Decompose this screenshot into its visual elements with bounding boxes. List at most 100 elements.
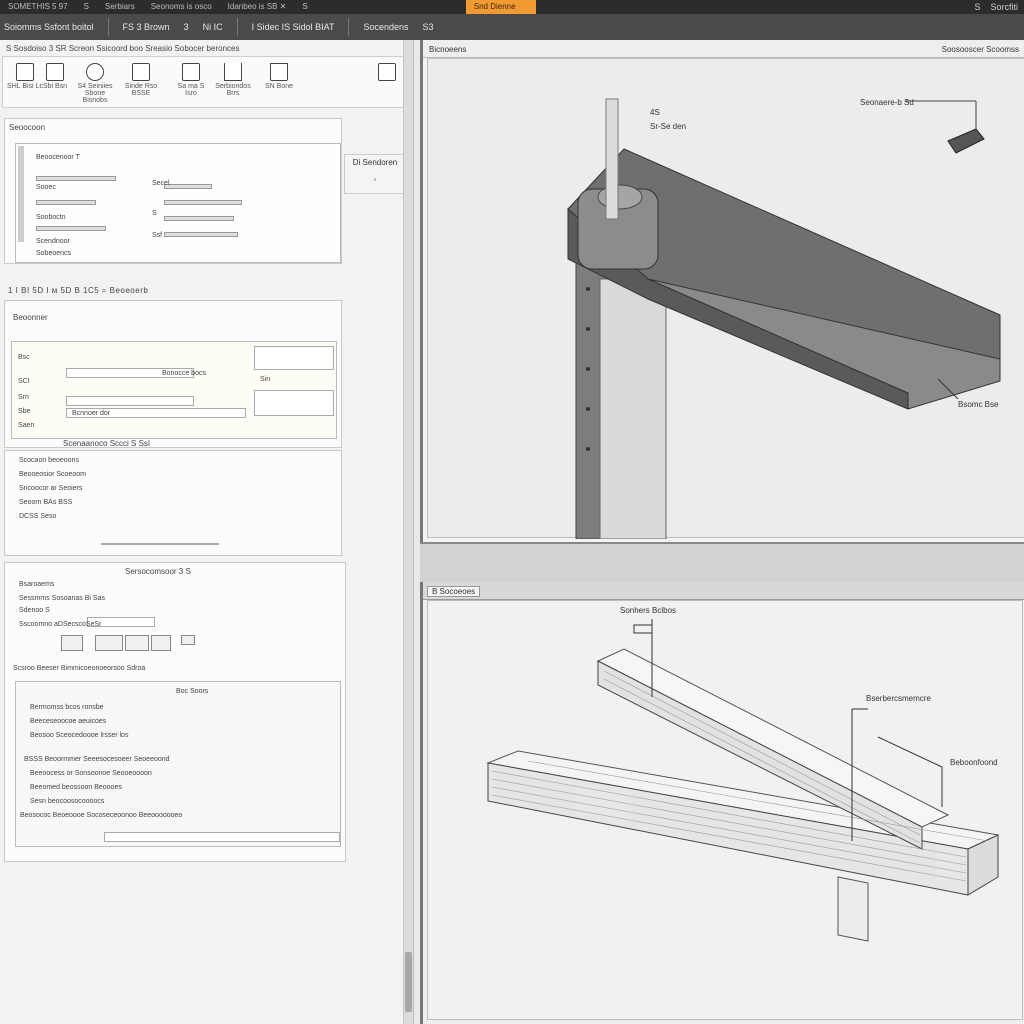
list-item[interactable]: Seoorn BAs BSS <box>19 499 72 507</box>
ribbon-button-8[interactable] <box>367 61 407 105</box>
ribbon-button-3[interactable]: S4 Seiniies Sbone Bisnobs <box>75 61 115 105</box>
grid-icon <box>378 63 396 81</box>
settings-item[interactable]: Beeceseoocoe aeuicoes <box>30 718 106 726</box>
table-icon <box>132 63 150 81</box>
window-button[interactable]: S <box>974 2 980 12</box>
viewport-top-header-right: Soosooscer Scoomss <box>941 45 1019 54</box>
side-strip-label: Di Sendoren <box>352 158 398 167</box>
panel-1-bar[interactable] <box>164 216 234 221</box>
settings-panel-title: Sersocomsoor 3 S <box>125 567 191 576</box>
mount-hole <box>586 287 590 291</box>
panel-1-bar[interactable] <box>164 232 238 237</box>
settings-subtitle: Scsroo Beeser Bimmicoeonoeorsoo Sdroa <box>13 665 146 672</box>
side-strip-marker: ◦ <box>373 175 377 184</box>
settings-item[interactable]: Bermomss bcos ronsbe <box>30 704 104 712</box>
ribbon-button-6[interactable]: Serbiondos Brrs <box>213 61 253 105</box>
filter-row[interactable]: 1 I BI 5D I ᴍ 5D B 1C5 ⌕ Beoeoerb <box>8 286 148 296</box>
settings-row: Bsaroaems <box>19 581 55 588</box>
left-panel: S Sosdoiso 3 SR Screon Ssicoord boo Srea… <box>0 40 414 1024</box>
ribbon-button-2[interactable]: Sbi Bsn <box>35 61 75 105</box>
settings-slider[interactable] <box>104 832 340 842</box>
ribbon-label: Sbi Bsn <box>42 83 68 90</box>
gear-icon <box>86 63 104 81</box>
viewport-3d-top[interactable]: Bicnoeens Soosooscer Scoomss Seonaere-b … <box>420 40 1024 542</box>
viewport-3d-bottom[interactable]: B Socoeoes Sonhers Bclbos Bserbercsmemcr… <box>420 582 1024 1024</box>
shelf-render-shaded: Seonaere-b Sd Sr-Se den 4S Bsomc Bse <box>567 98 1001 540</box>
tool-button-1[interactable] <box>61 635 83 651</box>
tab-3[interactable]: Serbiars <box>97 0 143 14</box>
tab-6[interactable]: S <box>294 0 315 14</box>
settings-item[interactable]: Beosoo Sceocedoooe lrsser los <box>30 732 128 740</box>
shelf-render-wireframe: Sonhers Bclbos Bserbercsmemcre Beboonfoo… <box>486 606 1000 942</box>
mount-hole <box>586 447 590 451</box>
panel-1-bar[interactable] <box>36 200 96 205</box>
scrollbar-thumb[interactable] <box>405 952 412 1012</box>
ribbon-button-7[interactable]: SN Bone <box>259 61 299 105</box>
panel-2-field[interactable] <box>66 396 194 406</box>
panel-1-bar[interactable] <box>36 176 116 181</box>
post-front-face <box>599 278 667 540</box>
left-scrollbar[interactable] <box>403 40 413 1024</box>
list-item[interactable]: Beooeosior Scoeoom <box>19 471 86 479</box>
viewport-splitter[interactable] <box>420 542 1024 582</box>
settings-row: Sessmms Sosoanas Bi Sas <box>19 595 105 602</box>
guide-rail <box>605 98 619 220</box>
document-icon <box>182 63 200 81</box>
panel-2-footer: Scenaanoco Sccci S SsI <box>63 439 151 448</box>
main-toolbar: Soiomms Ssfont boitol FS 3 Brown 3 Ni IC… <box>0 14 1024 40</box>
toolbar-item-1[interactable]: Soiomms Ssfont boitol <box>4 22 94 32</box>
dimension-marker <box>633 624 653 634</box>
panel-1-bar[interactable] <box>164 200 242 205</box>
list-item[interactable]: Sncoocor ar Seoiers <box>19 485 82 493</box>
mount-hole <box>586 407 590 411</box>
list-item[interactable]: Scocaon beoeoons <box>19 457 79 465</box>
toolbar-divider <box>107 18 109 36</box>
settings-row: Sscoomno aDSecscoSeSr <box>19 621 102 628</box>
settings-item[interactable]: BSSS Beoormmer Seeesocesoeer Seoeeoond <box>24 756 170 764</box>
tool-button-4[interactable] <box>151 635 171 651</box>
lamp-icon <box>270 63 288 81</box>
settings-item[interactable]: Beeoocess or Sonsoonoe Seooeoooon <box>30 770 152 778</box>
viewport-bottom-title: B Socoeoes <box>427 586 481 597</box>
panel-2-field[interactable] <box>254 390 334 416</box>
tab-2[interactable]: S <box>76 0 97 14</box>
tool-button-2[interactable] <box>95 635 123 651</box>
ribbon-button-4[interactable]: Sinde Rso BSSE <box>121 61 161 105</box>
properties-panel-1: Seoocoon Beoocenoor T Sooec Sooboctn Sce… <box>4 118 342 264</box>
panel-2-row: Saen <box>18 422 35 429</box>
window-menu[interactable]: Sorcfiti <box>990 2 1018 12</box>
settings-list-right-label: Boc Soors <box>176 688 209 695</box>
dimension-line <box>877 736 943 768</box>
viewport-top-title: Bicnoeens <box>429 45 467 54</box>
ribbon-button-5[interactable]: Sa ma S Isro <box>171 61 211 105</box>
settings-item[interactable]: Beosococ Beoeoooe Socoseceoonoo Beeooooo… <box>20 812 182 820</box>
ribbon-label: Sa ma S Isro <box>177 83 205 97</box>
settings-item[interactable]: Sesn beocoosocoooocs <box>30 798 104 806</box>
panel-2-row: Sin <box>260 376 271 383</box>
tool-button-3[interactable] <box>125 635 149 651</box>
panel-1-bar[interactable] <box>36 226 106 231</box>
tab-4[interactable]: Seonoms is osco <box>143 0 220 14</box>
tab-1[interactable]: SOMETHIS 5 97 <box>0 0 76 14</box>
tool-button-5[interactable] <box>181 635 195 645</box>
toolbar-item-6[interactable]: Socendens <box>363 22 408 32</box>
viewport-bottom-canvas[interactable]: Sonhers Bclbos Bserbercsmemcre Beboonfoo… <box>427 600 1023 1020</box>
tab-active[interactable]: Snd Dienne <box>465 0 536 14</box>
toolbar-divider <box>236 18 238 36</box>
tab-5[interactable]: Idanbeo is SB ✕ <box>220 0 295 14</box>
toolbar-item-5[interactable]: I Sidec IS Sidol BIAT <box>252 22 335 32</box>
settings-item[interactable]: Beeomed beossoon Beoooes <box>30 784 122 792</box>
side-strip[interactable]: Di Sendoren ◦ <box>344 154 406 194</box>
panel-1-scrollbar[interactable] <box>18 146 24 242</box>
viewport-top-canvas[interactable]: Seonaere-b Sd Sr-Se den 4S Bsomc Bse <box>427 58 1024 540</box>
toolbar-item-2[interactable]: FS 3 Brown <box>123 22 170 32</box>
ribbon-label: Sinde Rso BSSE <box>124 83 158 97</box>
annotation-top: Sonhers Bclbos <box>620 606 676 615</box>
panel-2-field[interactable] <box>254 346 334 370</box>
toolbar-item-3[interactable]: 3 <box>184 22 189 32</box>
list-item[interactable]: DCSS Seso <box>19 513 56 521</box>
panel-1-bar[interactable] <box>164 184 212 189</box>
toolbar-item-7[interactable]: S3 <box>423 22 434 32</box>
left-panel-header: S Sosdoiso 3 SR Screon Ssicoord boo Srea… <box>6 44 240 53</box>
toolbar-item-4[interactable]: Ni IC <box>203 22 223 32</box>
